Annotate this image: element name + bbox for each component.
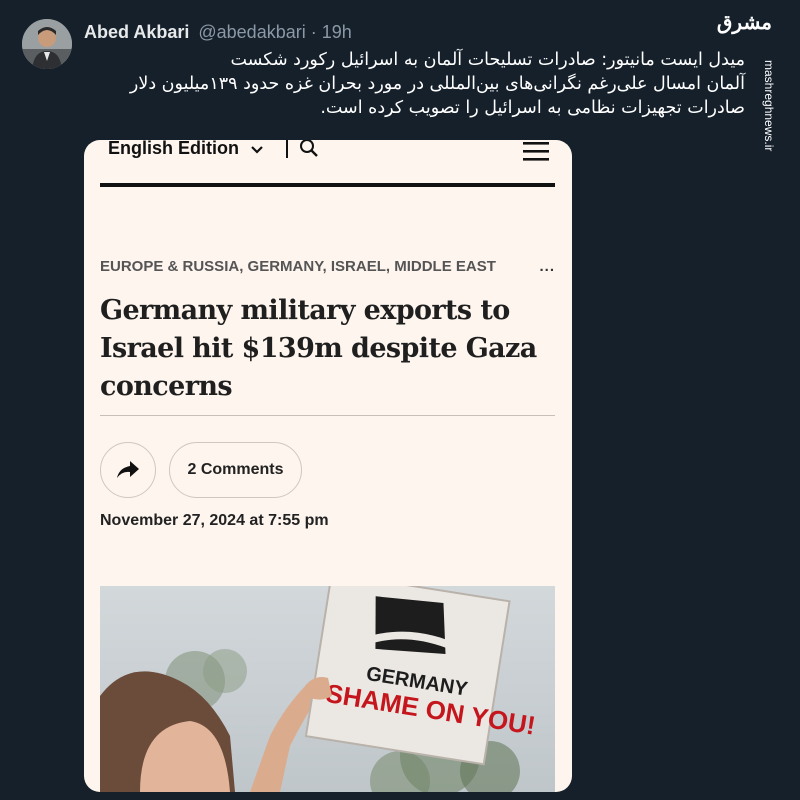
search-icon[interactable] xyxy=(298,140,320,165)
category-list[interactable]: EUROPE & RUSSIA, GERMANY, ISRAEL, MIDDLE… xyxy=(100,258,530,275)
chevron-down-icon xyxy=(250,140,264,160)
watermark-url: mashreghnews.ir xyxy=(762,60,776,152)
tweet-text-line: آلمان امسال علی‌رغم نگرانی‌های بین‌الملل… xyxy=(129,74,745,94)
avatar[interactable] xyxy=(22,19,72,69)
display-name[interactable]: Abed Akbari xyxy=(84,22,189,42)
edition-label: English Edition xyxy=(108,140,239,158)
tweet: Abed Akbari @abedakbari · 19h میدل ایست … xyxy=(0,0,800,800)
article-screenshot[interactable]: English Edition EUROPE & RUSSIA, GERMANY… xyxy=(84,140,572,792)
comments-button[interactable]: 2 Comments xyxy=(169,442,302,498)
header-divider xyxy=(286,140,288,158)
tweet-text-line: صادرات تجهیزات نظامی به اسرائیل را تصویب… xyxy=(320,98,745,118)
category-links[interactable]: EUROPE & RUSSIA, GERMANY, ISRAEL, MIDDLE… xyxy=(100,258,555,275)
article-date: November 27, 2024 at 7:55 pm xyxy=(100,512,329,529)
watermark-logo: مشرق xyxy=(716,10,772,34)
more-categories[interactable]: ... xyxy=(539,258,555,275)
share-icon xyxy=(117,461,139,478)
article-photo: GERMANY SHAME ON YOU! xyxy=(100,586,555,792)
tweet-text: میدل ایست مانیتور: صادرات تسلیحات آلمان … xyxy=(80,48,745,120)
divider xyxy=(100,415,555,416)
article-headline: Germany military exports to Israel hit $… xyxy=(100,295,537,402)
edition-selector[interactable]: English Edition xyxy=(108,140,264,160)
separator-dot: · xyxy=(310,22,317,42)
tweet-header: Abed Akbari @abedakbari · 19h xyxy=(84,22,352,43)
menu-icon[interactable] xyxy=(522,140,550,169)
tweet-time[interactable]: 19h xyxy=(322,22,352,42)
avatar-image xyxy=(22,19,72,69)
header-rule xyxy=(100,183,555,187)
share-button[interactable] xyxy=(100,442,156,498)
tweet-text-line: میدل ایست مانیتور: صادرات تسلیحات آلمان … xyxy=(230,50,746,70)
user-handle[interactable]: @abedakbari xyxy=(198,22,305,42)
